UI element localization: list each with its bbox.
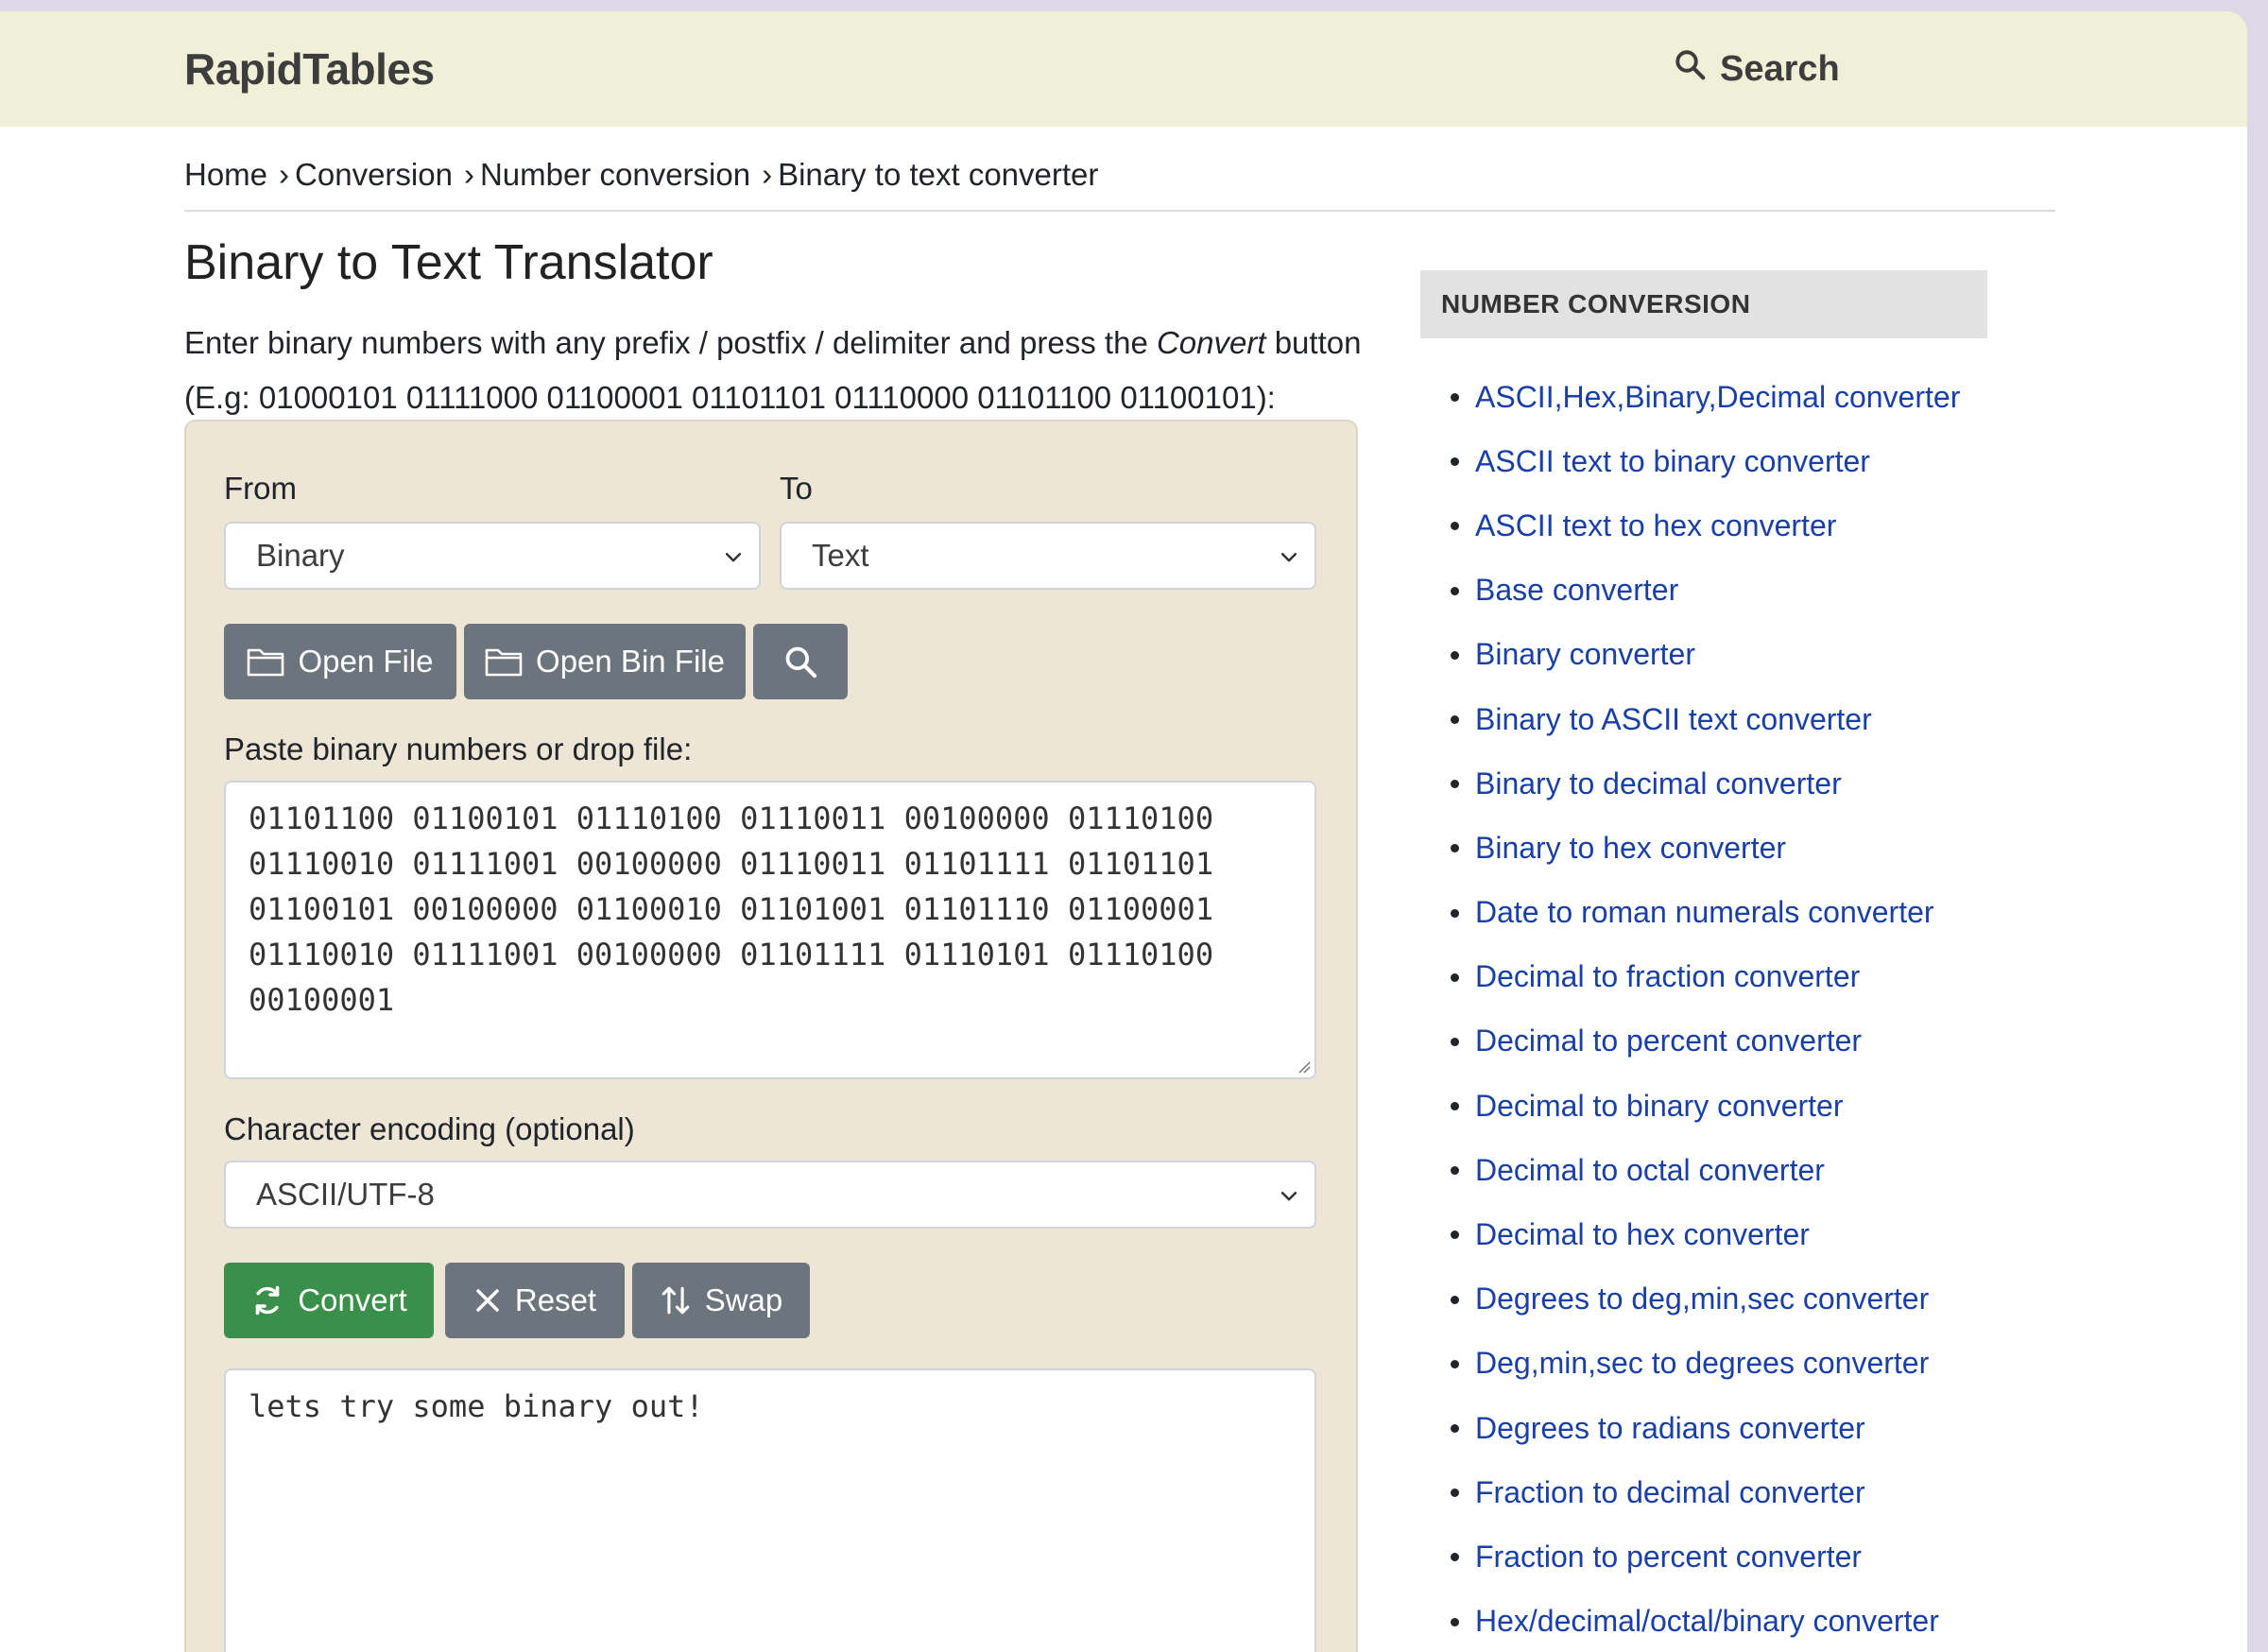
breadcrumb-number-conversion[interactable]: Number conversion (480, 157, 750, 192)
sidebar-link[interactable]: Decimal to percent converter (1420, 1009, 1960, 1074)
text-output[interactable]: lets try some binary out! (224, 1368, 1316, 1652)
convert-label: Convert (298, 1282, 407, 1317)
sidebar-link[interactable]: Binary to decimal converter (1420, 751, 1960, 816)
breadcrumb-current: Binary to text converter (778, 157, 1099, 192)
sidebar-link[interactable]: Degrees to radians converter (1420, 1396, 1960, 1460)
sidebar-link[interactable]: Date to roman numerals converter (1420, 881, 1960, 945)
divider (184, 210, 2055, 212)
breadcrumb: Home › Conversion › Number conversion › Binary… (184, 157, 1098, 193)
sidebar-link[interactable]: Binary converter (1420, 623, 1960, 687)
browser-window: RapidTables Search Home › Conversion › Numbe… (0, 11, 2247, 1652)
intro-text-part: Enter binary numbers with any prefix / p… (184, 325, 1157, 360)
sidebar-link[interactable]: Binary to ASCII text converter (1420, 687, 1960, 751)
intro-text-part: button (1265, 325, 1362, 360)
top-bar: RapidTables Search (0, 11, 2247, 127)
refresh-icon (255, 1285, 280, 1316)
chevron-down-icon (725, 553, 742, 562)
search-icon (1673, 47, 1707, 91)
sidebar-link[interactable]: ASCII text to binary converter (1420, 429, 1960, 493)
encoding-label: Character encoding (optional) (224, 1111, 635, 1146)
page-title: Binary to Text Translator (184, 235, 713, 290)
sidebar-list: ASCII,Hex,Binary,Decimal converter ASCII… (1420, 365, 1960, 1652)
open-bin-file-button[interactable]: Open Bin File (464, 624, 746, 699)
reset-button[interactable]: Reset (445, 1263, 625, 1338)
to-select-value: Text (812, 538, 869, 573)
swap-arrows-icon (662, 1286, 690, 1315)
chevron-down-icon (1280, 553, 1297, 562)
reset-label: Reset (514, 1282, 597, 1317)
search-file-button[interactable] (753, 624, 848, 699)
open-bin-file-label: Open Bin File (536, 644, 725, 679)
sidebar-link[interactable]: Decimal to fraction converter (1420, 945, 1960, 1009)
breadcrumb-separator: › (463, 157, 474, 192)
folder-icon (248, 648, 284, 677)
from-select[interactable]: Binary (224, 522, 761, 590)
text-output-value: lets try some binary out! (249, 1388, 704, 1424)
sidebar-link[interactable]: Decimal to octal converter (1420, 1138, 1960, 1202)
intro-example: (E.g: 01000101 01111000 01100001 0110110… (184, 380, 1276, 415)
sidebar-link[interactable]: Binary to hex converter (1420, 816, 1960, 880)
close-icon (476, 1289, 499, 1312)
sidebar-link[interactable]: Hex/decimal/octal/binary converter (1420, 1590, 1960, 1652)
from-label: From (224, 471, 297, 506)
sidebar-link[interactable]: Degrees to deg,min,sec converter (1420, 1267, 1960, 1332)
to-select[interactable]: Text (780, 522, 1316, 590)
sidebar-link[interactable]: Deg,min,sec to degrees converter (1420, 1332, 1960, 1396)
open-file-label: Open File (298, 644, 434, 679)
breadcrumb-conversion[interactable]: Conversion (295, 157, 453, 192)
binary-input[interactable]: 01101100 01100101 01110100 01110011 0010… (224, 781, 1316, 1079)
intro-text: Enter binary numbers with any prefix / p… (184, 316, 1375, 425)
from-select-value: Binary (256, 538, 345, 573)
sidebar-link[interactable]: Decimal to binary converter (1420, 1074, 1960, 1138)
converter-panel: From Binary To Text Open File Open Bin F… (184, 420, 1358, 1652)
search-label: Search (1720, 48, 1840, 89)
sidebar-link[interactable]: Decimal to hex converter (1420, 1202, 1960, 1266)
search-button[interactable]: Search (1673, 45, 1840, 93)
sidebar-link[interactable]: Fraction to percent converter (1420, 1524, 1960, 1589)
binary-input-value: 01101100 01100101 01110100 01110011 0010… (249, 800, 1214, 1018)
folder-icon (485, 648, 523, 677)
search-icon (785, 646, 817, 679)
breadcrumb-home[interactable]: Home (184, 157, 267, 192)
convert-button[interactable]: Convert (224, 1263, 434, 1338)
sidebar-link[interactable]: ASCII,Hex,Binary,Decimal converter (1420, 365, 1960, 429)
intro-text-emphasis: Convert (1156, 325, 1266, 360)
breadcrumb-separator: › (762, 157, 773, 192)
swap-label: Swap (704, 1282, 783, 1317)
sidebar-link[interactable]: Fraction to decimal converter (1420, 1460, 1960, 1524)
input-label: Paste binary numbers or drop file: (224, 731, 693, 766)
sidebar-link[interactable]: Base converter (1420, 559, 1960, 623)
swap-button[interactable]: Swap (632, 1263, 810, 1338)
open-file-button[interactable]: Open File (224, 624, 456, 699)
sidebar-heading: NUMBER CONVERSION (1420, 270, 1987, 338)
breadcrumb-separator: › (279, 157, 290, 192)
to-label: To (780, 471, 813, 506)
encoding-select[interactable]: ASCII/UTF-8 (224, 1161, 1316, 1229)
resize-grip-icon[interactable] (1296, 1058, 1311, 1074)
site-logo[interactable]: RapidTables (184, 43, 435, 95)
encoding-select-value: ASCII/UTF-8 (256, 1177, 435, 1212)
sidebar-link[interactable]: ASCII text to hex converter (1420, 493, 1960, 558)
chevron-down-icon (1280, 1192, 1297, 1201)
